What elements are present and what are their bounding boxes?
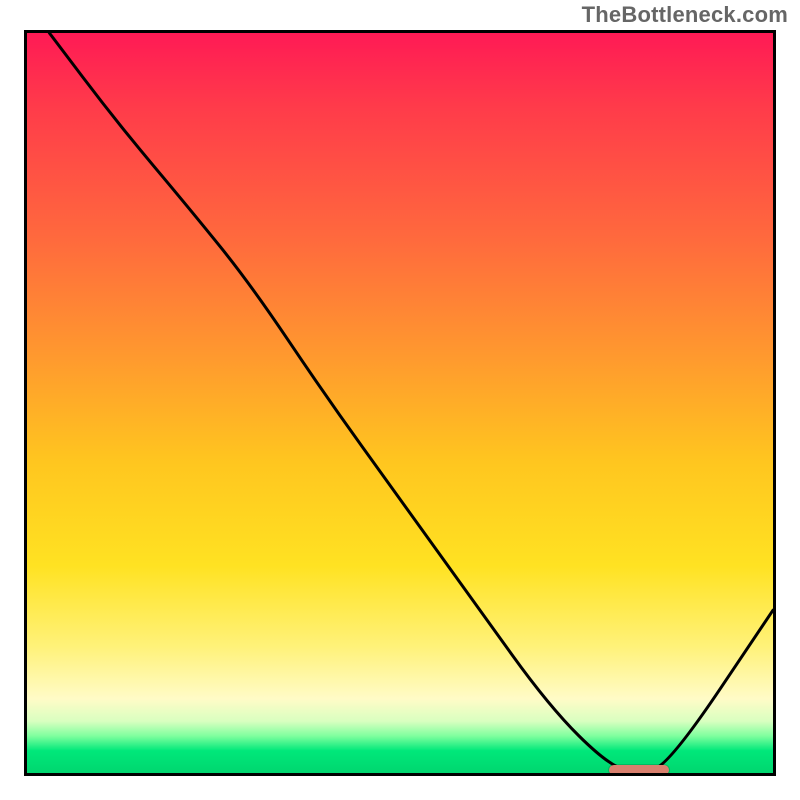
chart-container: TheBottleneck.com <box>0 0 800 800</box>
bottleneck-curve <box>27 33 773 773</box>
curve-path <box>49 33 773 771</box>
optimal-range-marker <box>609 765 669 775</box>
watermark-text: TheBottleneck.com <box>582 2 788 28</box>
plot-area <box>24 30 776 776</box>
